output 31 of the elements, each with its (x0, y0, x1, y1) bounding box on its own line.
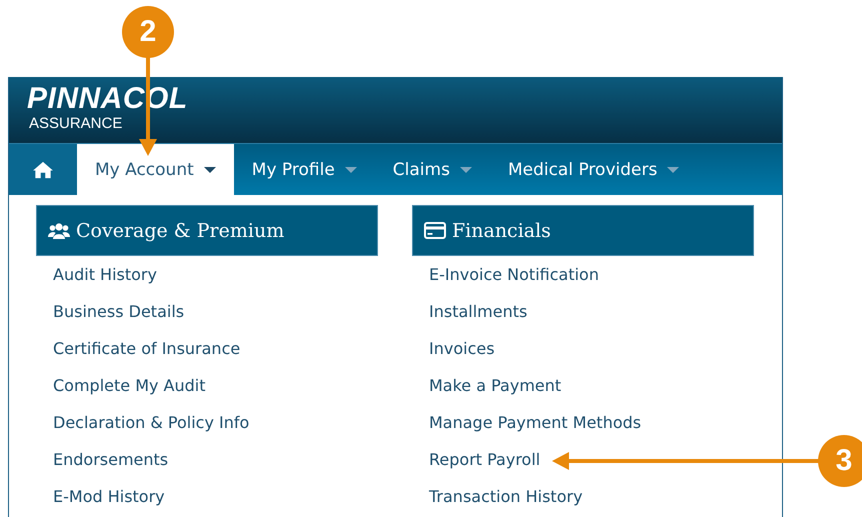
menu-link[interactable]: Transaction History (429, 487, 583, 506)
credit-card-icon (424, 222, 446, 239)
menu-link[interactable]: E-Mod History (53, 487, 165, 506)
menu-link[interactable]: Invoices (429, 339, 495, 358)
nav-tab[interactable]: My Account (77, 144, 234, 195)
menu-link[interactable]: Endorsements (53, 450, 168, 469)
callout-badge: 2 (122, 6, 174, 58)
section-title: Coverage & Premium (76, 220, 284, 242)
menu-link[interactable]: Business Details (53, 302, 184, 321)
nav-tab[interactable]: My Profile (234, 144, 375, 195)
section-title: Financials (452, 220, 551, 242)
menu-link[interactable]: E-Invoice Notification (429, 265, 599, 284)
menu-link[interactable]: Audit History (53, 265, 157, 284)
caret-icon (667, 166, 680, 172)
menu-link[interactable]: Manage Payment Methods (429, 413, 642, 432)
menu-link[interactable]: Declaration & Policy Info (53, 413, 250, 432)
nav-tab[interactable]: Medical Providers (490, 144, 698, 195)
caret-icon (204, 166, 216, 172)
callout-badge: 3 (818, 435, 862, 487)
menu-link[interactable]: Installments (429, 302, 528, 321)
menu-link[interactable]: Report Payroll (429, 450, 540, 469)
caret-icon (460, 166, 472, 172)
home-icon (32, 160, 54, 178)
menu-link[interactable]: Certificate of Insurance (53, 339, 240, 358)
users-icon (48, 222, 70, 240)
caret-icon (344, 166, 357, 172)
logo-subtitle: ASSURANCE (29, 115, 122, 133)
menu-link[interactable]: Complete My Audit (53, 376, 206, 395)
home-tab[interactable] (9, 144, 77, 195)
nav-tab[interactable]: Claims (374, 144, 490, 195)
menu-link[interactable]: Make a Payment (429, 376, 562, 395)
